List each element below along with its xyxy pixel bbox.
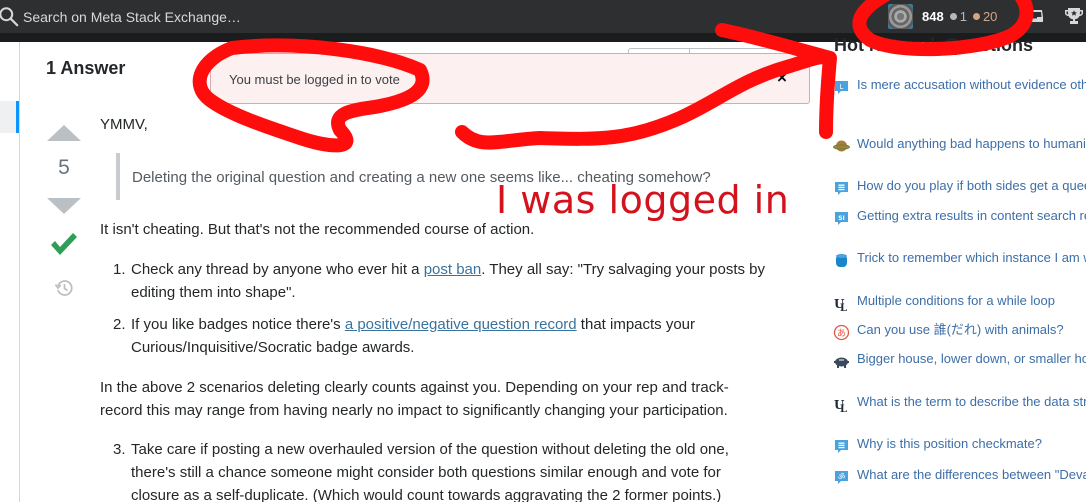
hot-network-questions-title: Hot Network Questions: [834, 35, 1034, 55]
unix-linux-site-icon: UL: [834, 297, 847, 312]
hnq-link-text[interactable]: What are the differences between "Deva",…: [857, 467, 1086, 482]
hnq-link[interactable]: Can you use 誰(だれ) with animals?: [857, 322, 1086, 338]
hnq-link-text[interactable]: Is mere accusation without evidence othe…: [857, 77, 1086, 92]
hnq-link-text[interactable]: Why is this position checkmate?: [857, 436, 1042, 451]
left-sidebar-active-item[interactable]: [0, 101, 19, 133]
database-site-icon: [836, 254, 847, 267]
japanese-site-icon: あ: [833, 324, 850, 341]
hnq-link[interactable]: Multiple conditions for a while loop: [857, 293, 1086, 309]
sharepoint-site-icon: SI: [835, 212, 848, 225]
hnq-link[interactable]: Bigger house, lower down, or smaller hou…: [857, 351, 1086, 367]
reputation: 848: [922, 9, 944, 24]
list-number: 3.: [113, 441, 126, 458]
personal-finance-site-icon: [834, 357, 849, 368]
search-box[interactable]: Search on Meta Stack Exchange…: [0, 0, 241, 33]
search-icon: [0, 6, 19, 26]
hinduism-site-icon: ॐ: [835, 471, 848, 484]
user-card[interactable]: 848 1 20: [888, 4, 997, 29]
bronze-badge-icon: [972, 13, 980, 20]
hnq-link[interactable]: How do you play if both sides get a quee…: [857, 178, 1086, 194]
list-text: Take care if posting a new overhauled ve…: [131, 441, 729, 502]
unix-linux-site-icon: UL: [834, 398, 847, 413]
chess-site-icon: [835, 440, 848, 453]
answers-count-heading: 1 Answer: [46, 58, 126, 78]
bronze-badge-label: 20: [982, 9, 998, 24]
svg-text:SI: SI: [838, 215, 845, 222]
hnq-link-text[interactable]: Can you use 誰(だれ) with animals?: [857, 322, 1064, 337]
accepted-checkmark-icon: [51, 233, 77, 255]
svg-text:L: L: [840, 404, 847, 413]
close-icon[interactable]: ×: [777, 68, 787, 88]
history-icon[interactable]: [54, 278, 74, 298]
hnq-link-text[interactable]: Getting extra results in content search …: [857, 208, 1086, 223]
post-ban-link[interactable]: post ban: [424, 261, 482, 278]
avatar[interactable]: [888, 4, 913, 29]
hnq-link[interactable]: What are the differences between "Deva",…: [857, 467, 1086, 483]
answer-greeting: YMMV,: [100, 116, 148, 133]
hnq-link[interactable]: Is mere accusation without evidence othe…: [857, 77, 1086, 93]
upvote-button[interactable]: [47, 125, 81, 141]
svg-text:あ: あ: [837, 328, 846, 339]
hnq-link[interactable]: Would anything bad happens to humanity i…: [857, 136, 1086, 152]
silver-badge-icon: [949, 13, 957, 20]
law-site-icon: L: [835, 81, 848, 94]
svg-text:L: L: [840, 83, 844, 91]
hnq-link[interactable]: Getting extra results in content search …: [857, 208, 1086, 224]
svg-text:L: L: [840, 303, 847, 312]
hnq-link[interactable]: Trick to remember which instance I am wo…: [857, 250, 1086, 266]
hnq-link-text[interactable]: How do you play if both sides get a quee…: [857, 178, 1086, 193]
list-text-before: Check any thread by anyone who ever hit …: [131, 261, 424, 278]
top-bar: Search on Meta Stack Exchange… 848 1 20: [0, 0, 1086, 33]
svg-text:ॐ: ॐ: [838, 473, 845, 482]
list-text-before: If you like badges notice there's: [131, 316, 345, 333]
chess-site-icon: [835, 182, 848, 195]
silver-badge-label: 1: [959, 9, 967, 24]
hnq-link-text[interactable]: Trick to remember which instance I am wo…: [857, 250, 1086, 265]
list-number: 2.: [113, 316, 126, 333]
hnq-link-text[interactable]: Bigger house, lower down, or smaller hou…: [857, 351, 1086, 366]
toast-message: You must be logged in to vote: [229, 72, 400, 87]
hnq-link-text[interactable]: What is the term to describe the data st…: [857, 394, 1086, 409]
achievements-trophy-icon[interactable]: [1064, 6, 1084, 26]
list-text: Check any thread by anyone who ever hit …: [131, 258, 771, 304]
worldbuilding-site-icon: [833, 140, 850, 152]
vote-count: 5: [58, 156, 70, 179]
hnq-link[interactable]: Why is this position checkmate?: [857, 436, 1086, 452]
hnq-link[interactable]: What is the term to describe the data st…: [857, 394, 1086, 410]
inbox-icon[interactable]: [1026, 7, 1044, 25]
annotation-text: I was logged in: [496, 178, 790, 222]
hnq-link-text[interactable]: Multiple conditions for a while loop: [857, 293, 1055, 308]
silver-badge-count: 1: [949, 9, 967, 24]
question-record-link[interactable]: a positive/negative question record: [345, 316, 577, 333]
answer-paragraph-2: In the above 2 scenarios deleting clearl…: [100, 379, 729, 419]
list-number: 1.: [113, 261, 126, 278]
bronze-badge-count: 20: [972, 9, 998, 24]
downvote-button[interactable]: [47, 198, 81, 214]
search-input[interactable]: Search on Meta Stack Exchange…: [23, 9, 241, 25]
login-required-toast: You must be logged in to vote ×: [210, 53, 810, 104]
hnq-link-text[interactable]: Would anything bad happens to humanity i…: [857, 136, 1086, 151]
list-text: If you like badges notice there's a posi…: [131, 313, 771, 359]
